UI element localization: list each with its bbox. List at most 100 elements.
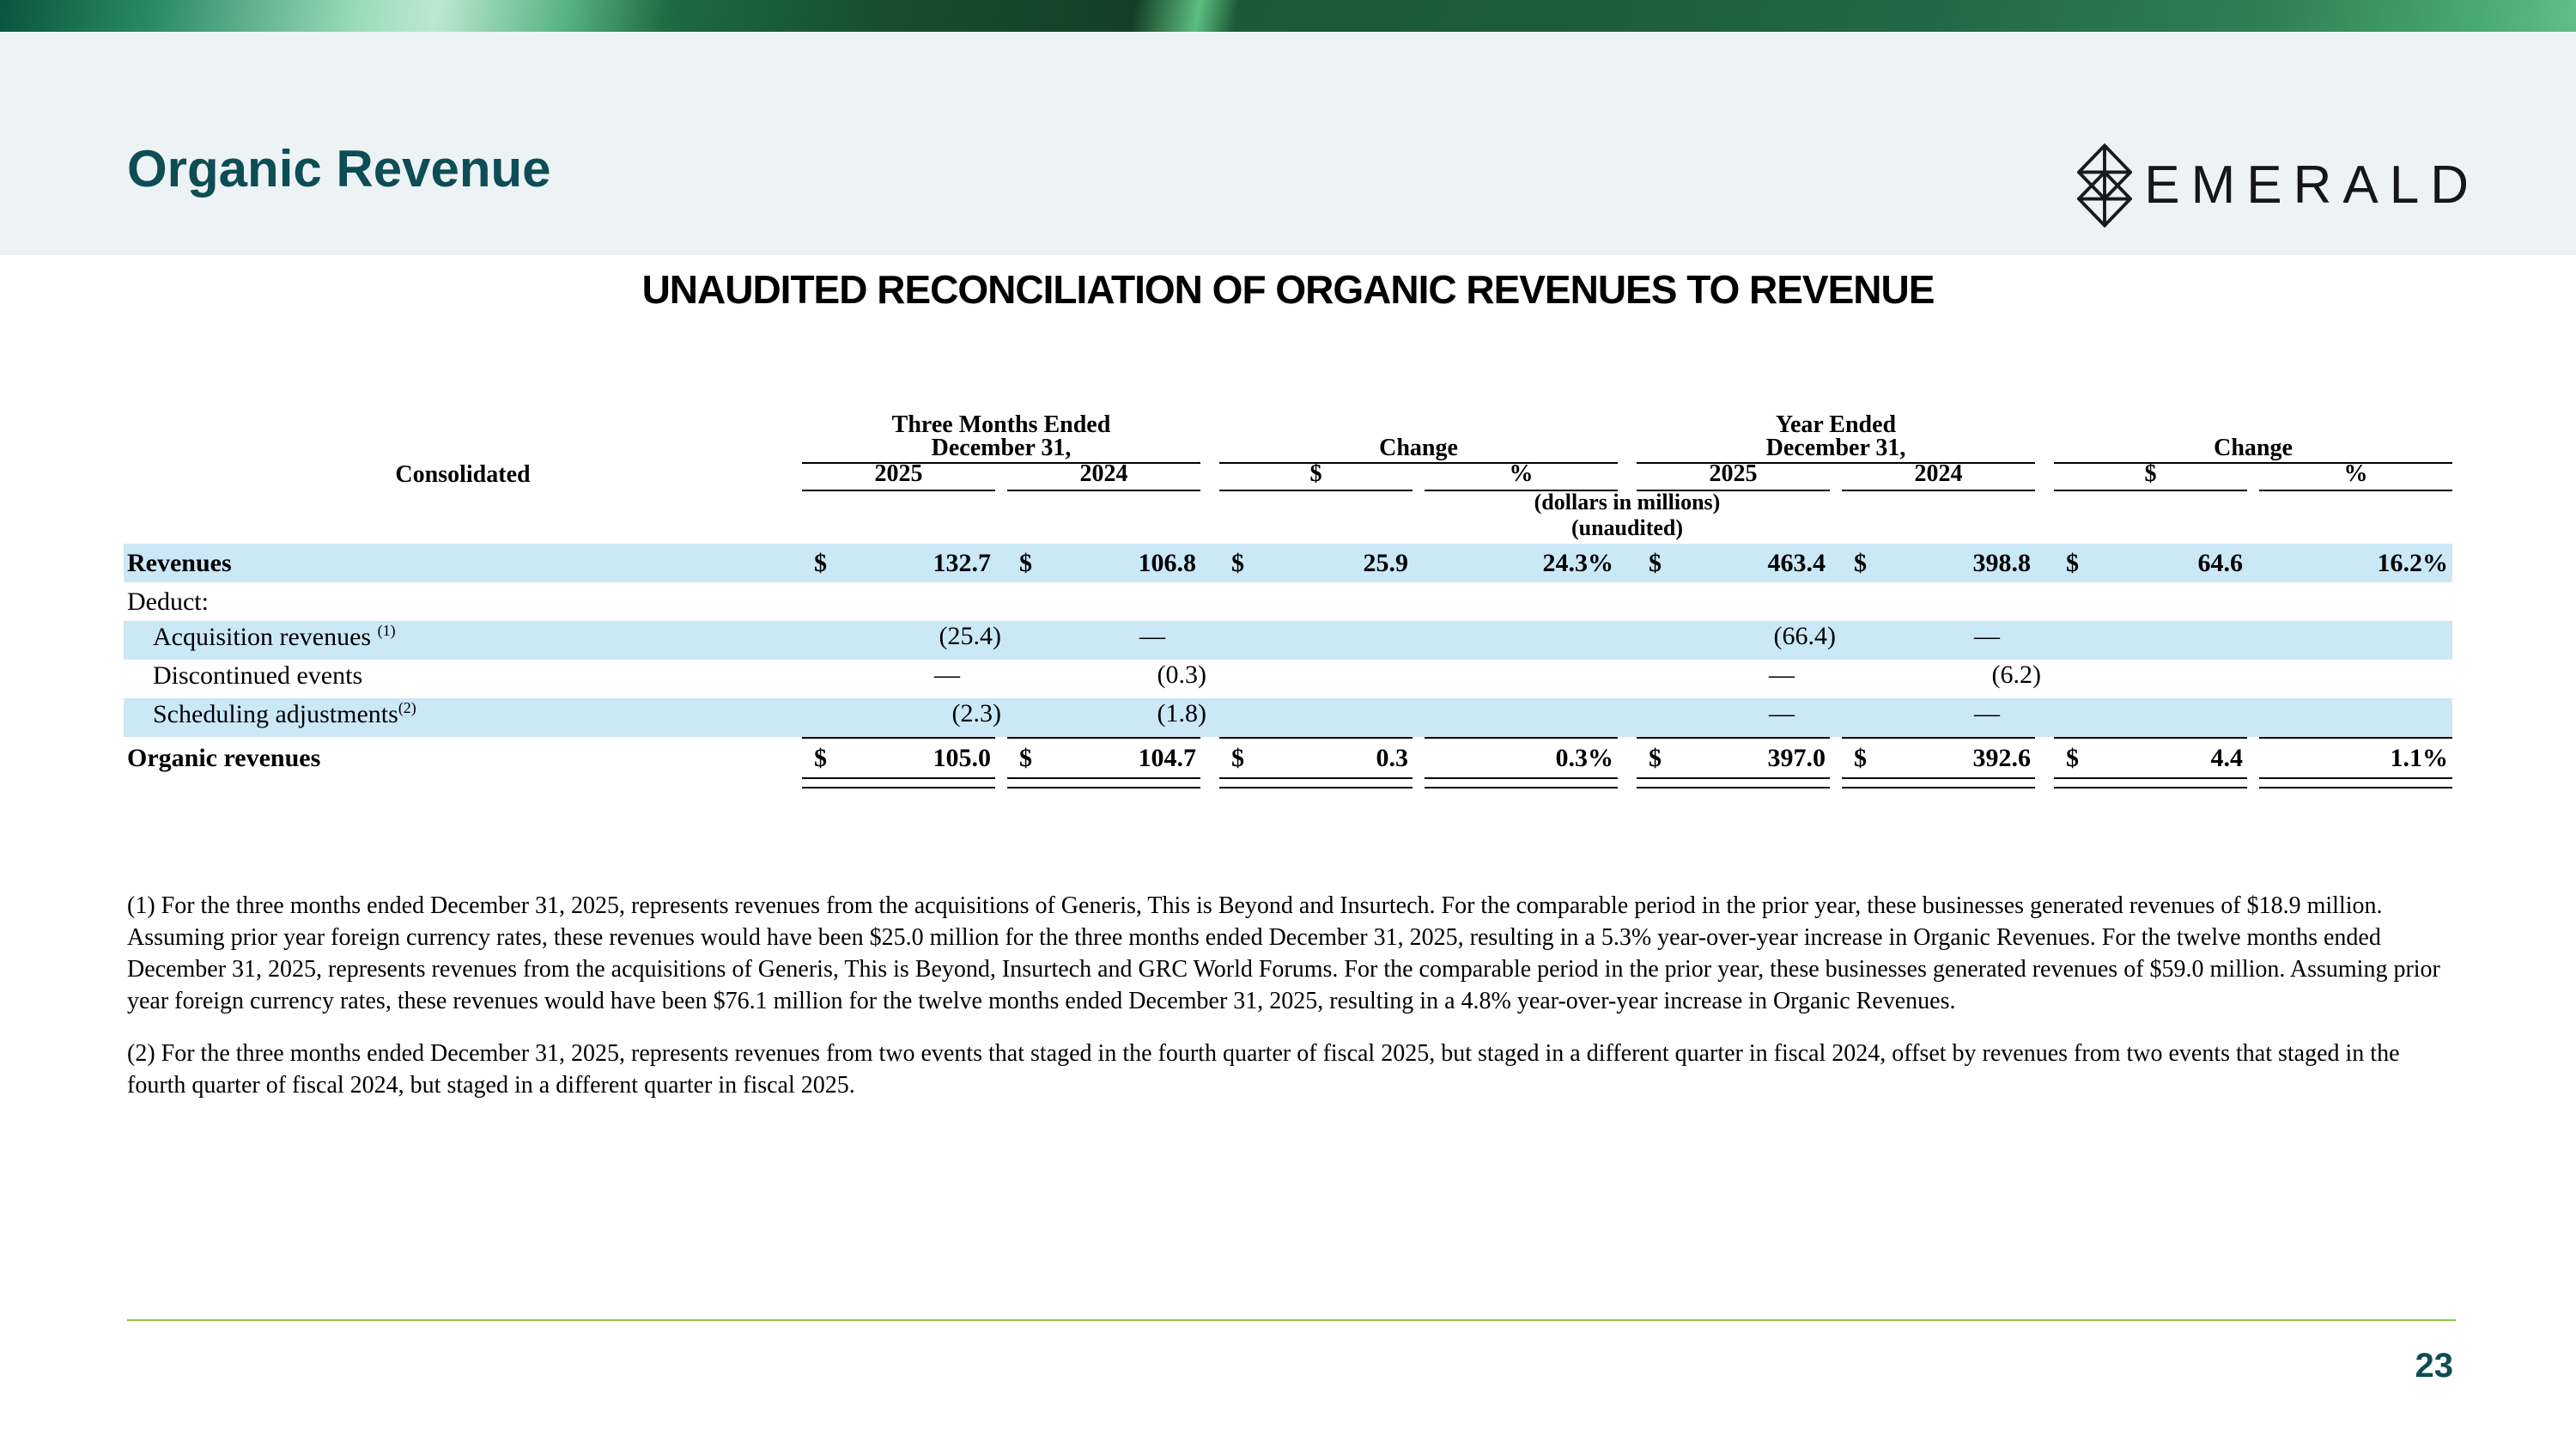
value-cell: $106.8 [1007,544,1200,582]
value-cell [2054,655,2247,698]
value-cell [2259,694,2452,737]
column-group-header: Change [2054,409,2452,464]
value-cell [2054,694,2247,737]
value-cell [2259,582,2452,621]
row-label: Revenues [124,549,802,578]
value-cell: — [802,655,995,698]
value-cell: $25.9 [1219,544,1413,582]
currency-symbol: $ [2066,744,2079,773]
value-cell [1007,582,1200,621]
value-cell: $392.6 [1842,739,2035,777]
value-cell: — [1007,617,1200,660]
cell-value: (1.8) [1157,699,1211,728]
cell-value: (6.2) [1992,661,2045,690]
value-cell: $463.4 [1637,544,1830,582]
row-label: Deduct: [124,588,802,617]
value-cell: — [1637,655,1830,698]
currency-symbol: $ [1231,549,1244,578]
cell-value: 105.0 [933,744,996,773]
double-rule [1425,777,1618,788]
cell-value: (66.4) [1774,622,1840,651]
cell-value: 0.3 [1376,744,1413,773]
column-header: 2024 [1007,457,1200,491]
column-header: 2025 [1637,457,1830,491]
group-header-line2: December 31, [802,436,1200,460]
double-rule [1219,777,1413,788]
cell-value: 1.1% [2391,744,2453,773]
column-header: $ [2054,457,2247,491]
units-note-line2: (unaudited) [802,515,2452,541]
row-label: Scheduling adjustments(2) [124,698,802,729]
double-rule [802,777,995,788]
group-header-line1: Three Months Ended [802,413,1200,436]
footnote-1: (1) For the three months ended December … [127,890,2456,1017]
cell-value: — [934,661,964,690]
value-cell [1637,582,1830,621]
units-note-row: (dollars in millions)(unaudited) [124,487,2452,544]
footnotes: (1) For the three months ended December … [127,890,2456,1101]
currency-symbol: $ [2066,549,2079,578]
column-header: 2024 [1842,457,2035,491]
value-cell: 24.3% [1425,544,1618,582]
column-group-header: Change [1219,409,1618,464]
cell-value: 392.6 [1973,744,2036,773]
currency-symbol: $ [1019,744,1032,773]
bottom-divider-line [127,1319,2456,1321]
value-cell [1425,582,1618,621]
value-cell: (25.4) [802,617,995,660]
value-cell: 16.2% [2259,544,2452,582]
row-label: Acquisition revenues (1) [124,621,802,652]
group-header-line2: December 31, [1637,436,2035,460]
value-cell: $0.3 [1219,739,1413,777]
page-number: 23 [2415,1347,2454,1385]
value-cell: 1.1% [2259,739,2452,777]
value-cell: $398.8 [1842,544,2035,582]
table-row: Acquisition revenues (1)(25.4)—(66.4)— [124,621,2452,660]
cell-value: 398.8 [1973,549,2036,578]
value-cell [1219,694,1413,737]
footnote-marker: (1) [378,622,396,639]
value-cell: — [1637,694,1830,737]
cell-value: 0.3% [1556,744,1619,773]
units-note: (dollars in millions)(unaudited) [802,490,2452,541]
footnote-2: (2) For the three months ended December … [127,1038,2456,1101]
value-cell [1219,617,1413,660]
cell-value: 64.6 [2198,549,2248,578]
logo-wordmark: EMERALD [2144,144,2480,227]
value-cell: (1.8) [1007,694,1200,737]
value-cell: (0.3) [1007,655,1200,698]
currency-symbol: $ [814,549,827,578]
value-cell [1842,582,2035,621]
cell-value: 106.8 [1139,549,1201,578]
value-cell: $4.4 [2054,739,2247,777]
value-cell: $105.0 [802,739,995,777]
group-header-line2: Change [2054,436,2452,460]
column-header: $ [1219,457,1413,491]
value-cell: (6.2) [1842,655,2035,698]
cell-value: — [1769,699,1799,728]
value-cell: (2.3) [802,694,995,737]
table-group-header-row: Three Months EndedDecember 31,ChangeYear… [124,411,2452,459]
reconciliation-table: Three Months EndedDecember 31,ChangeYear… [124,411,2452,788]
value-cell [2259,655,2452,698]
cell-value: 132.7 [933,549,996,578]
value-cell: 0.3% [1425,739,1618,777]
row-label: Organic revenues [124,744,802,773]
emerald-logo: EMERALD [2077,143,2480,228]
value-cell [2054,582,2247,621]
value-cell [1219,655,1413,698]
value-cell [1219,582,1413,621]
currency-symbol: $ [1019,549,1032,578]
table-row: Deduct: [124,582,2452,621]
top-gradient-banner [0,0,2576,32]
table-row: Revenues $132.7 $106.8 $25.9 24.3% $463.4 $398… [124,544,2452,582]
column-header: % [2259,457,2452,491]
cell-value: (25.4) [939,622,1005,651]
page-title: Organic Revenue [127,142,551,197]
cell-value: — [1974,699,2004,728]
cell-value: — [1974,622,2004,651]
table-title: UNAUDITED RECONCILIATION OF ORGANIC REVE… [0,266,2576,313]
masthead: Organic Revenue EMERALD [0,32,2576,255]
cell-value: 397.0 [1768,744,1831,773]
column-group-header: Year EndedDecember 31, [1637,409,2035,464]
